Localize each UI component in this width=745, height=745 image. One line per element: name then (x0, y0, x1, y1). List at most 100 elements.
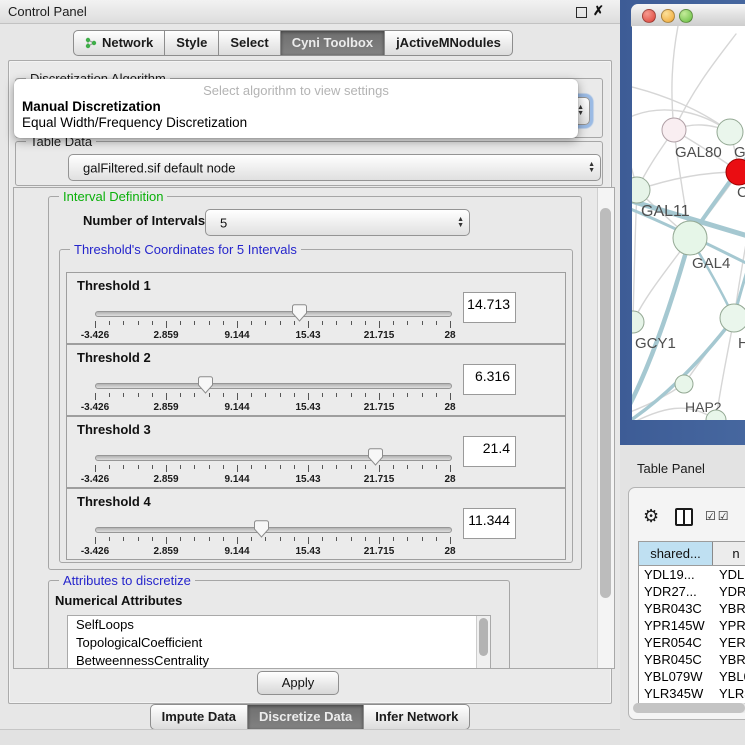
slider-tick (393, 321, 394, 325)
numerical-attributes-list[interactable]: SelfLoopsTopologicalCoefficientBetweenne… (67, 615, 491, 669)
slider-tick (322, 465, 323, 469)
slider-tick (251, 465, 252, 469)
network-node-gal4[interactable] (673, 221, 707, 255)
apply-button[interactable]: Apply (257, 671, 339, 695)
slider-tick (123, 321, 124, 325)
scrollbar-thumb[interactable] (479, 618, 488, 656)
gear-icon[interactable]: ⚙ (643, 506, 659, 527)
tab-infer-network[interactable]: Infer Network (363, 704, 470, 730)
slider-tick (365, 537, 366, 541)
settings-vertical-scrollbar[interactable] (597, 188, 614, 668)
column-header-shared-name[interactable]: shared... (639, 542, 713, 565)
table-row[interactable]: YBL079WYBL0 (639, 668, 745, 685)
attribute-list-item[interactable]: SelfLoops (68, 616, 490, 634)
table-row[interactable]: YBR045CYBR0 (639, 651, 745, 668)
network-node-label: GCY1 (635, 335, 676, 352)
slider-track[interactable] (95, 311, 452, 317)
scrollbar-thumb[interactable] (633, 703, 745, 713)
network-edge[interactable] (672, 26, 678, 130)
slider-tick-label: 28 (420, 330, 480, 341)
slider-thumb[interactable] (198, 376, 213, 394)
slider-tick-label: 15.43 (278, 474, 338, 485)
slider-track[interactable] (95, 383, 452, 389)
slider-tick (166, 393, 167, 400)
slider-tick (95, 465, 96, 472)
slider-tick-label: 28 (420, 474, 480, 485)
tab-cyni-toolbox[interactable]: Cyni Toolbox (280, 30, 385, 56)
cell-shared-name: YPR145W (644, 617, 705, 634)
slider-tick (152, 465, 153, 469)
zoom-traffic-light-icon[interactable] (679, 9, 693, 23)
table-row[interactable]: YER054CYER0 (639, 634, 745, 651)
slider-tick (450, 393, 451, 400)
threshold-value-field[interactable]: 11.344 (463, 508, 516, 539)
slider-thumb[interactable] (292, 304, 307, 322)
node-table[interactable]: shared... n YDL19...YDL1YDR27...YDR2YBR0… (638, 541, 745, 704)
columns-icon[interactable] (675, 508, 693, 526)
network-node-label: H (738, 335, 745, 352)
threshold-value-field[interactable]: 14.713 (463, 292, 516, 323)
dropdown-option[interactable]: Equal Width/Frequency Discretization (14, 114, 578, 130)
table-row[interactable]: YBR043CYBR0 (639, 600, 745, 617)
close-icon[interactable]: ✗ (593, 3, 604, 19)
slider-tick (336, 465, 337, 469)
tab-discretize-data[interactable]: Discretize Data (247, 704, 364, 730)
tab-network[interactable]: Network (73, 30, 165, 56)
network-node-gal80[interactable] (662, 118, 686, 142)
scrollbar-thumb[interactable] (600, 208, 611, 598)
dropdown-option[interactable]: Manual Discretization (14, 98, 578, 114)
number-of-intervals-label: Number of Intervals (83, 213, 205, 228)
network-canvas[interactable]: GAL80GACGAL11GAL4GCY1HHAP2 (632, 26, 745, 420)
tab-style[interactable]: Style (164, 30, 219, 56)
number-of-intervals-value: 5 (220, 215, 227, 230)
attributes-group-title: Attributes to discretize (59, 573, 195, 588)
close-traffic-light-icon[interactable] (642, 9, 656, 23)
slider-tick (109, 537, 110, 541)
number-of-intervals-select[interactable]: 5 ▲▼ (205, 209, 470, 236)
table-row[interactable]: YLR345WYLR3 (639, 685, 745, 702)
slider-tick-label: 9.144 (207, 474, 267, 485)
threshold-value-field[interactable]: 6.316 (463, 364, 516, 395)
slider-tick (294, 537, 295, 541)
network-node-gcy1[interactable] (632, 311, 644, 333)
control-panel-title: Control Panel (8, 4, 87, 19)
table-row[interactable]: YDR27...YDR2 (639, 583, 745, 600)
table-horizontal-scrollbar[interactable] (633, 703, 745, 713)
table-row[interactable]: YDL19...YDL1 (639, 566, 745, 583)
float-window-icon[interactable] (576, 7, 587, 18)
slider-tick (379, 393, 380, 400)
slider-track[interactable] (95, 527, 452, 533)
table-data-select[interactable]: galFiltered.sif default node ▲▼ (68, 154, 601, 181)
tab-select[interactable]: Select (218, 30, 280, 56)
slider-thumb[interactable] (368, 448, 383, 466)
checkbox-icons[interactable]: ☑☑ (705, 509, 731, 523)
tab-impute-data[interactable]: Impute Data (150, 704, 248, 730)
network-icon (85, 37, 97, 53)
network-node-ga[interactable] (717, 119, 743, 145)
slider-thumb[interactable] (254, 520, 269, 538)
slider-tick-label: 15.43 (278, 402, 338, 413)
slider-tick (280, 465, 281, 469)
threshold-value-field[interactable]: 21.4 (463, 436, 516, 467)
network-node-hap2[interactable] (675, 375, 693, 393)
table-row[interactable]: YPR145W YPR1 (639, 617, 745, 634)
attribute-list-item[interactable]: BetweennessCentrality (68, 652, 490, 669)
slider-tick-label: 21.715 (349, 474, 409, 485)
slider-tick (450, 465, 451, 472)
algorithm-dropdown-prompt: Select algorithm to view settings (14, 83, 578, 98)
attribute-list-item[interactable]: TopologicalCoefficient (68, 634, 490, 652)
network-node-h[interactable] (720, 304, 745, 332)
attributes-list-scrollbar[interactable] (476, 616, 490, 669)
slider-tick-label: 15.43 (278, 330, 338, 341)
network-view-window: GAL80GACGAL11GAL4GCY1HHAP2 (620, 0, 745, 445)
slider-track[interactable] (95, 455, 452, 461)
slider-tick (407, 321, 408, 325)
slider-tick (294, 393, 295, 397)
slider-tick (223, 321, 224, 325)
minimize-traffic-light-icon[interactable] (661, 9, 675, 23)
interval-definition-group-title: Interval Definition (59, 189, 167, 204)
cell-name: YPR1 (719, 617, 745, 634)
tab-jactivemnodules[interactable]: jActiveMNodules (384, 30, 513, 56)
slider-tick (308, 321, 309, 328)
column-header-name[interactable]: n (713, 542, 745, 565)
